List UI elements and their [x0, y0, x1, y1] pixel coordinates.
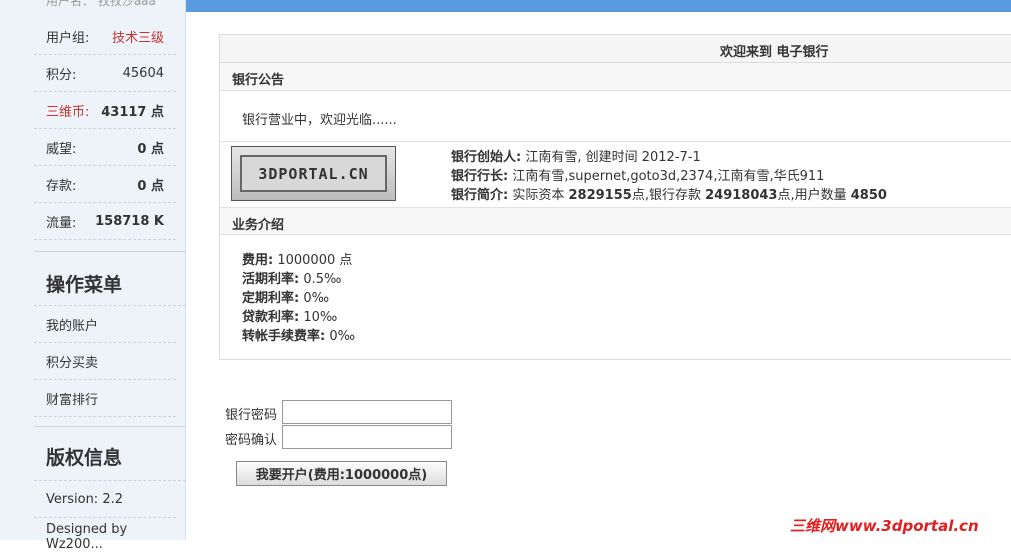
menu-item-wealth-rank[interactable]: 财富排行	[34, 380, 176, 417]
biz-value: 10‰	[303, 310, 338, 325]
stat-label: 存款:	[46, 178, 77, 194]
page-title: 欢迎来到 电子银行	[720, 45, 829, 60]
divider	[34, 426, 186, 427]
panel-header: 欢迎来到 电子银行	[220, 35, 1011, 63]
president-label: 银行行长:	[451, 169, 509, 184]
biz-title: 业务介绍	[232, 218, 285, 233]
capital-value: 2829155	[568, 188, 632, 203]
biz-item-fixed-rate: 定期利率: 0‰	[242, 289, 355, 308]
stat-label: 威望:	[46, 141, 77, 157]
stat-coins: 三维币: 43117 点	[34, 92, 176, 129]
deposit-value: 24918043	[705, 188, 778, 203]
notice-text: 银行营业中，欢迎光临......	[242, 113, 397, 128]
president-value: 江南有雪,supernet,goto3d,2374,江南有雪,华氏911	[512, 169, 825, 184]
notice-title: 银行公告	[232, 73, 285, 88]
menu-item-my-account[interactable]: 我的账户	[34, 306, 176, 343]
designed-by-text: Designed by Wz200...	[46, 521, 128, 552]
stat-value: 158718 K	[95, 213, 164, 229]
biz-label: 定期利率:	[242, 291, 300, 306]
menu-item-points-trade[interactable]: 积分买卖	[34, 343, 176, 380]
password-row: 银行密码	[222, 400, 462, 424]
biz-value: 1000000 点	[277, 253, 353, 268]
biz-value: 0‰	[329, 329, 356, 344]
bank-info: 银行创始人: 江南有雪, 创建时间 2012-7-1 银行行长: 江南有雪,su…	[451, 148, 887, 205]
stat-label: 积分:	[46, 67, 77, 83]
stat-value: 43117 点	[101, 104, 164, 120]
logo-text: 3DPORTAL.CN	[258, 164, 369, 183]
founder-line: 银行创始人: 江南有雪, 创建时间 2012-7-1	[451, 148, 887, 167]
version-text: Version: 2.2	[34, 481, 176, 518]
intro-line: 银行简介: 实际资本 2829155点,银行存款 24918043点,用户数量 …	[451, 186, 887, 205]
copyright-title: 版权信息	[46, 447, 123, 469]
password-label: 银行密码	[225, 408, 278, 423]
menu-title: 操作菜单	[46, 274, 123, 296]
notice-header: 银行公告	[220, 63, 1011, 91]
biz-value: 0‰	[303, 291, 330, 306]
biz-item-fee: 费用: 1000000 点	[242, 251, 355, 270]
password-confirm-input[interactable]	[282, 425, 452, 449]
intro-text: 实际资本	[512, 188, 565, 203]
stat-label: 三维币:	[46, 104, 90, 120]
intro-text: 点,用户数量	[777, 188, 847, 203]
biz-label: 转帐手续费率:	[242, 329, 326, 344]
intro-label: 银行简介:	[451, 188, 509, 203]
biz-label: 费用:	[242, 253, 274, 268]
bank-panel: 欢迎来到 电子银行 银行公告 银行营业中，欢迎光临...... 3DPORTAL…	[219, 34, 1011, 360]
username-row-cut: 用户名： 孜孜沙aaa	[46, 0, 156, 8]
biz-item-transfer-fee: 转帐手续费率: 0‰	[242, 327, 355, 346]
sidebar: 用户名： 孜孜沙aaa 用户组: 技术三级 积分: 45604 三维币: 431…	[0, 0, 186, 552]
stat-traffic: 流量: 158718 K	[34, 203, 176, 240]
biz-list: 费用: 1000000 点 活期利率: 0.5‰ 定期利率: 0‰ 贷款利率: …	[242, 251, 355, 346]
user-count-value: 4850	[850, 188, 887, 203]
open-account-button[interactable]: 我要开户(费用:1000000点)	[236, 461, 447, 486]
biz-header: 业务介绍	[220, 207, 1011, 235]
divider	[34, 251, 186, 252]
stat-points: 积分: 45604	[34, 55, 176, 92]
stat-user-group: 用户组: 技术三级	[34, 18, 176, 55]
biz-label: 贷款利率:	[242, 310, 300, 325]
stat-label: 用户组:	[46, 30, 90, 46]
biz-value: 0.5‰	[303, 272, 342, 287]
biz-item-loan-rate: 贷款利率: 10‰	[242, 308, 355, 327]
confirm-label: 密码确认	[225, 433, 278, 448]
confirm-row: 密码确认	[222, 425, 462, 449]
biz-label: 活期利率:	[242, 272, 300, 287]
stat-value: 45604	[122, 65, 164, 81]
watermark: 三维网www.3dportal.cn	[790, 517, 979, 535]
stat-value: 0 点	[137, 178, 164, 194]
3dportal-logo: 3DPORTAL.CN	[231, 146, 396, 201]
founder-value: 江南有雪, 创建时间 2012-7-1	[525, 150, 701, 165]
logo-frame: 3DPORTAL.CN	[240, 155, 387, 192]
stat-value: 技术三级	[111, 30, 164, 46]
president-line: 银行行长: 江南有雪,supernet,goto3d,2374,江南有雪,华氏9…	[451, 167, 887, 186]
intro-text: 点,银行存款	[631, 188, 701, 203]
biz-item-demand-rate: 活期利率: 0.5‰	[242, 270, 355, 289]
bank-info-row: 3DPORTAL.CN 银行创始人: 江南有雪, 创建时间 2012-7-1 银…	[220, 141, 1011, 208]
password-input[interactable]	[282, 400, 452, 424]
top-bar	[186, 0, 1011, 12]
stat-prestige: 威望: 0 点	[34, 129, 176, 166]
founder-label: 银行创始人:	[451, 150, 522, 165]
stat-label: 流量:	[46, 215, 77, 231]
stat-deposit: 存款: 0 点	[34, 166, 176, 203]
stat-value: 0 点	[137, 141, 164, 157]
